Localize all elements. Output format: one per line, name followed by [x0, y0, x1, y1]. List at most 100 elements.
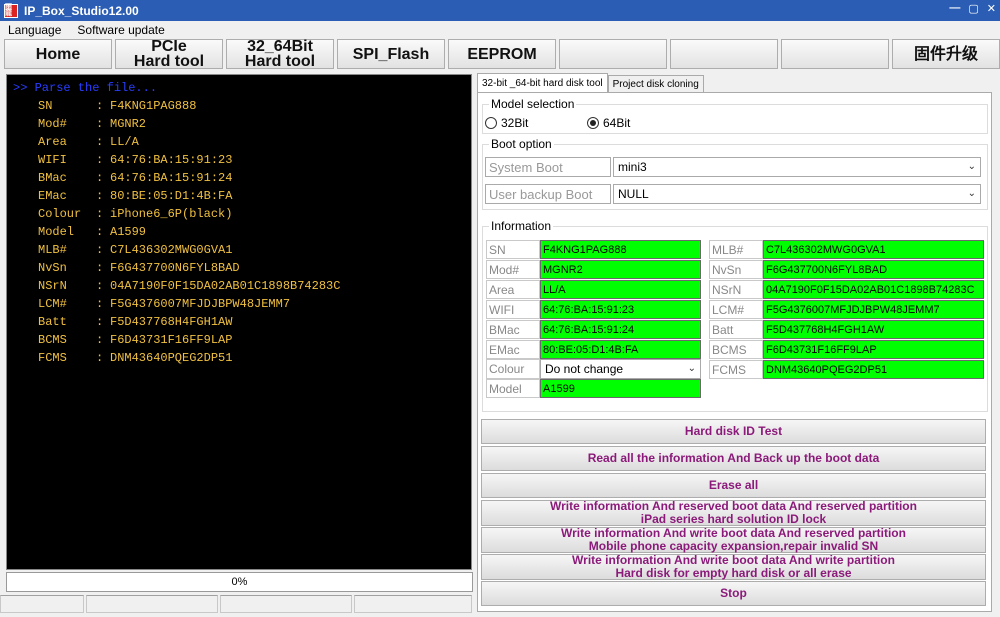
write-boot-write-partition-button[interactable]: Write information And write boot data An… — [481, 554, 986, 580]
read-label: Read all the information And Back up the… — [587, 451, 880, 465]
test-label: Hard disk ID Test — [684, 424, 783, 438]
close-icon[interactable]: ✕ — [987, 2, 996, 15]
console-line: LCM#: F5G4376007MFJDJBPW48JEMM7 — [13, 297, 471, 315]
info-right-label: NvSn — [709, 260, 763, 279]
info-left-field[interactable]: 80:BE:05:D1:4B:FA — [540, 340, 701, 359]
info-right-field[interactable]: 04A7190F0F15DA02AB01C1898B74283C — [763, 280, 984, 299]
info-left-field[interactable]: MGNR2 — [540, 260, 701, 279]
read-backup-button[interactable]: Read all the information And Back up the… — [481, 446, 986, 471]
console-line-value: 04A7190F0F15DA02AB01C1898B74283C — [110, 279, 341, 293]
nav-eeprom-button[interactable]: EEPROM — [448, 39, 556, 69]
tab-hard-disk-tool[interactable]: 32-bit _64-bit hard disk tool — [477, 73, 608, 92]
window-controls: — ▢ ✕ — [949, 2, 996, 15]
write-boot-reserved-partition-button[interactable]: Write information And write boot data An… — [481, 527, 986, 553]
nav-hd-label-2: Hard tool — [244, 53, 316, 70]
info-left-label: WIFI — [486, 300, 540, 319]
info-left-label: Mod# — [486, 260, 540, 279]
status-cell — [354, 595, 472, 613]
console-line-value: 64:76:BA:15:91:24 — [110, 171, 233, 185]
console-line-separator: : — [96, 225, 104, 239]
console-line-value: DNM43640PQEG2DP51 — [110, 351, 233, 365]
system-boot-select[interactable]: mini3 ⌄ — [613, 157, 981, 177]
console-line-key: MLB# — [38, 243, 67, 257]
chevron-down-icon: ⌄ — [967, 161, 976, 172]
nav-empty-button-3[interactable] — [781, 39, 889, 69]
tab-project-disk-cloning[interactable]: Project disk cloning — [607, 75, 704, 92]
minimize-icon[interactable]: — — [949, 2, 960, 15]
info-left-field[interactable]: F4KNG1PAG888 — [540, 240, 701, 259]
console-line-key: Area — [38, 135, 67, 149]
nav-empty-button-1[interactable] — [559, 39, 667, 69]
console-line-separator: : — [96, 117, 104, 131]
radio-32bit-dot — [485, 117, 497, 129]
boot-option-label: Boot option — [489, 137, 554, 151]
info-right-field[interactable]: F5D437768H4FGH1AW — [763, 320, 984, 339]
user-backup-boot-select[interactable]: NULL ⌄ — [613, 184, 981, 204]
erase-all-button[interactable]: Erase all — [481, 473, 986, 498]
console-line-key: Mod# — [38, 117, 67, 131]
maximize-icon[interactable]: ▢ — [968, 2, 978, 15]
info-right-label: FCMS — [709, 360, 763, 379]
console-line-key: Model — [38, 225, 75, 239]
info-left-label: EMac — [486, 340, 540, 359]
log-console[interactable]: >> Parse the file... SN: F4KNG1PAG888 Mod#… — [6, 74, 472, 570]
console-line: Batt: F5D437768H4FGH1AW — [13, 315, 471, 333]
info-right-field[interactable]: F6G437700N6FYL8BAD — [763, 260, 984, 279]
console-line-separator: : — [96, 297, 104, 311]
status-cell — [220, 595, 352, 613]
write3-label-b: Hard disk for empty hard disk or all era… — [615, 566, 852, 580]
console-line: SN: F4KNG1PAG888 — [13, 99, 471, 117]
info-left-field[interactable]: LL/A — [540, 280, 701, 299]
console-line-key: Colour — [38, 207, 82, 221]
nav-upgrade-label: 固件升级 — [913, 45, 978, 63]
info-left-field[interactable]: 64:76:BA:15:91:24 — [540, 320, 701, 339]
progress-bar: 0% — [6, 572, 473, 592]
console-line-key: BCMS — [38, 333, 67, 347]
chevron-down-icon: ⌄ — [967, 188, 976, 199]
write2-label-b: Mobile phone capacity expansion,repair i… — [588, 539, 879, 553]
panel-tabs: 32-bit _64-bit hard disk tool Project di… — [477, 73, 704, 92]
nav-pcie-button[interactable]: PCIe Hard tool — [115, 38, 223, 70]
console-line-separator: : — [96, 333, 104, 347]
nav-32-64bit-button[interactable]: 32_64Bit Hard tool — [226, 39, 334, 70]
info-left-label: BMac — [486, 320, 540, 339]
nav-pcie-label-1: PCIe — [151, 38, 187, 55]
status-cell — [0, 595, 84, 613]
nav-firmware-upgrade-button[interactable]: 固件升级 — [892, 39, 1000, 69]
info-right-label: BCMS — [709, 340, 763, 359]
console-line-separator: : — [96, 99, 104, 113]
info-right-field[interactable]: F5G4376007MFJDJBPW48JEMM7 — [763, 300, 984, 319]
title-bar: 雨龍 IP_Box_Studio12.00 — ▢ ✕ — [0, 0, 1000, 21]
write-reserved-boot-button[interactable]: Write information And reserved boot data… — [481, 500, 986, 526]
colour-label: Colour — [486, 359, 540, 379]
menu-language[interactable]: Language — [8, 23, 61, 37]
radio-64bit[interactable]: 64Bit — [587, 116, 630, 130]
colour-value: Do not change — [545, 362, 624, 376]
console-line-value: 64:76:BA:15:91:23 — [110, 153, 233, 167]
model-field[interactable]: A1599 — [540, 379, 701, 398]
colour-select[interactable]: Do not change ⌄ — [540, 359, 701, 379]
nav-empty-button-2[interactable] — [670, 39, 778, 69]
info-right-label: MLB# — [709, 240, 763, 259]
model-selection-group: Model selection 32Bit 64Bit — [482, 97, 988, 134]
nav-home-button[interactable]: Home — [4, 39, 112, 69]
chevron-down-icon: ⌄ — [687, 363, 696, 374]
radio-32bit[interactable]: 32Bit — [485, 116, 528, 130]
console-line: MLB#: C7L436302MWG0GVA1 — [13, 243, 471, 261]
info-right-field[interactable]: C7L436302MWG0GVA1 — [763, 240, 984, 259]
nav-bar: Home PCIe Hard tool 32_64Bit Hard tool SPI… — [0, 39, 1000, 71]
model-label: Model — [486, 379, 540, 398]
console-line-value: C7L436302MWG0GVA1 — [110, 243, 233, 257]
menu-software-update[interactable]: Software update — [77, 23, 164, 37]
status-cell — [86, 595, 218, 613]
hard-disk-id-test-button[interactable]: Hard disk ID Test — [481, 419, 986, 444]
console-line: FCMS: DNM43640PQEG2DP51 — [13, 351, 471, 369]
info-right-field[interactable]: F6D43731F16FF9LAP — [763, 340, 984, 359]
info-right-field[interactable]: DNM43640PQEG2DP51 — [763, 360, 984, 379]
nav-spi-flash-button[interactable]: SPI_Flash — [337, 39, 445, 69]
stop-button[interactable]: Stop — [481, 581, 986, 606]
radio-64bit-dot — [587, 117, 599, 129]
console-line-key: EMac — [38, 189, 67, 203]
info-left-field[interactable]: 64:76:BA:15:91:23 — [540, 300, 701, 319]
info-right-label: LCM# — [709, 300, 763, 319]
